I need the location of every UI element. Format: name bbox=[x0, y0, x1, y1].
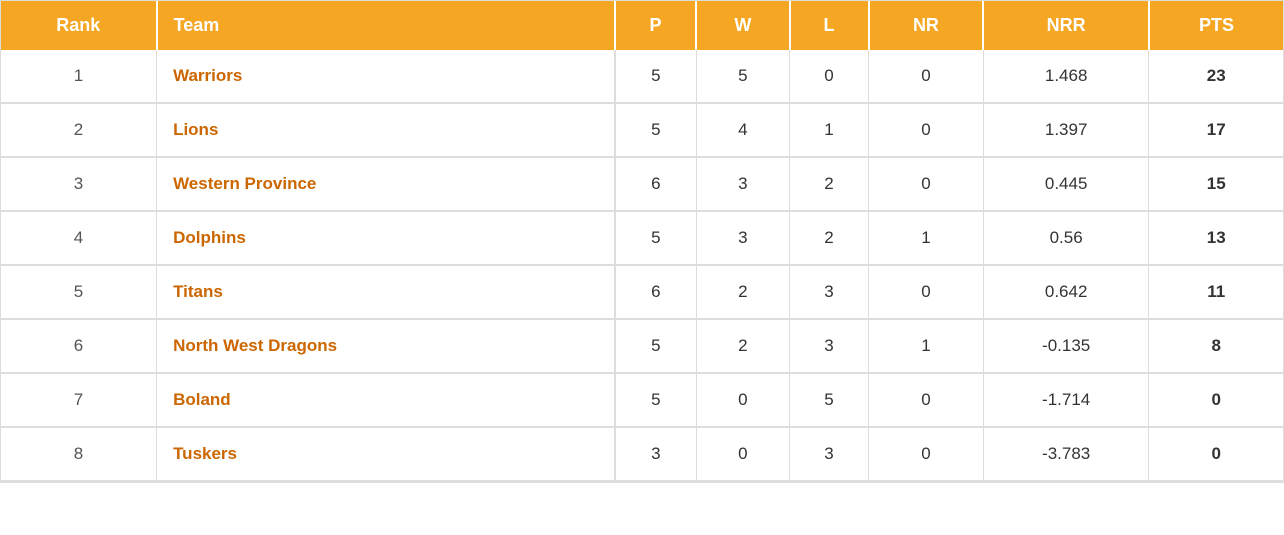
cell-nrr: -1.714 bbox=[983, 373, 1149, 427]
cell-p: 5 bbox=[615, 373, 696, 427]
cell-w: 0 bbox=[696, 427, 789, 481]
cell-l: 1 bbox=[790, 103, 869, 157]
cell-w: 3 bbox=[696, 211, 789, 265]
header-pts: PTS bbox=[1149, 1, 1283, 50]
cell-pts: 17 bbox=[1149, 103, 1283, 157]
cell-w: 2 bbox=[696, 265, 789, 319]
cell-nr: 1 bbox=[869, 211, 984, 265]
cell-l: 5 bbox=[790, 373, 869, 427]
cell-l: 0 bbox=[790, 50, 869, 103]
cell-nrr: 1.397 bbox=[983, 103, 1149, 157]
cell-l: 2 bbox=[790, 157, 869, 211]
header-nr: NR bbox=[869, 1, 984, 50]
cell-team: North West Dragons bbox=[157, 319, 615, 373]
cell-pts: 11 bbox=[1149, 265, 1283, 319]
cell-pts: 15 bbox=[1149, 157, 1283, 211]
cell-team: Dolphins bbox=[157, 211, 615, 265]
cell-nrr: -3.783 bbox=[983, 427, 1149, 481]
cell-rank: 5 bbox=[1, 265, 157, 319]
cell-rank: 6 bbox=[1, 319, 157, 373]
cell-p: 5 bbox=[615, 103, 696, 157]
header-l: L bbox=[790, 1, 869, 50]
table-row: 2Lions54101.39717 bbox=[1, 103, 1283, 157]
cell-team: Lions bbox=[157, 103, 615, 157]
table-row: 7Boland5050-1.7140 bbox=[1, 373, 1283, 427]
cell-rank: 7 bbox=[1, 373, 157, 427]
cell-rank: 2 bbox=[1, 103, 157, 157]
cell-l: 3 bbox=[790, 265, 869, 319]
cell-team: Boland bbox=[157, 373, 615, 427]
cell-pts: 13 bbox=[1149, 211, 1283, 265]
cell-nrr: 1.468 bbox=[983, 50, 1149, 103]
cell-rank: 4 bbox=[1, 211, 157, 265]
cell-w: 4 bbox=[696, 103, 789, 157]
cell-nr: 1 bbox=[869, 319, 984, 373]
cell-team: Tuskers bbox=[157, 427, 615, 481]
cell-rank: 8 bbox=[1, 427, 157, 481]
cell-nr: 0 bbox=[869, 265, 984, 319]
cell-nr: 0 bbox=[869, 157, 984, 211]
cell-nrr: 0.445 bbox=[983, 157, 1149, 211]
cell-p: 5 bbox=[615, 319, 696, 373]
cell-p: 5 bbox=[615, 211, 696, 265]
cell-w: 3 bbox=[696, 157, 789, 211]
table-row: 6North West Dragons5231-0.1358 bbox=[1, 319, 1283, 373]
header-p: P bbox=[615, 1, 696, 50]
cell-pts: 0 bbox=[1149, 373, 1283, 427]
table-row: 3Western Province63200.44515 bbox=[1, 157, 1283, 211]
cell-p: 6 bbox=[615, 157, 696, 211]
cell-l: 3 bbox=[790, 427, 869, 481]
header-rank: Rank bbox=[1, 1, 157, 50]
cell-rank: 1 bbox=[1, 50, 157, 103]
table-row: 5Titans62300.64211 bbox=[1, 265, 1283, 319]
cell-w: 2 bbox=[696, 319, 789, 373]
cell-rank: 3 bbox=[1, 157, 157, 211]
cell-l: 3 bbox=[790, 319, 869, 373]
cell-p: 6 bbox=[615, 265, 696, 319]
cell-w: 0 bbox=[696, 373, 789, 427]
cell-nr: 0 bbox=[869, 373, 984, 427]
header-nrr: NRR bbox=[983, 1, 1149, 50]
cell-p: 3 bbox=[615, 427, 696, 481]
cell-pts: 23 bbox=[1149, 50, 1283, 103]
cell-team: Titans bbox=[157, 265, 615, 319]
cell-p: 5 bbox=[615, 50, 696, 103]
cell-team: Warriors bbox=[157, 50, 615, 103]
standings-table: Rank Team P W L NR NRR PTS 1Warriors5500… bbox=[0, 0, 1284, 483]
cell-nrr: 0.642 bbox=[983, 265, 1149, 319]
table-header-row: Rank Team P W L NR NRR PTS bbox=[1, 1, 1283, 50]
cell-w: 5 bbox=[696, 50, 789, 103]
cell-pts: 8 bbox=[1149, 319, 1283, 373]
header-w: W bbox=[696, 1, 789, 50]
table-row: 4Dolphins53210.5613 bbox=[1, 211, 1283, 265]
cell-nr: 0 bbox=[869, 50, 984, 103]
table-row: 1Warriors55001.46823 bbox=[1, 50, 1283, 103]
cell-nrr: -0.135 bbox=[983, 319, 1149, 373]
header-team: Team bbox=[157, 1, 615, 50]
cell-team: Western Province bbox=[157, 157, 615, 211]
cell-pts: 0 bbox=[1149, 427, 1283, 481]
cell-nrr: 0.56 bbox=[983, 211, 1149, 265]
cell-l: 2 bbox=[790, 211, 869, 265]
cell-nr: 0 bbox=[869, 427, 984, 481]
table-row: 8Tuskers3030-3.7830 bbox=[1, 427, 1283, 481]
cell-nr: 0 bbox=[869, 103, 984, 157]
